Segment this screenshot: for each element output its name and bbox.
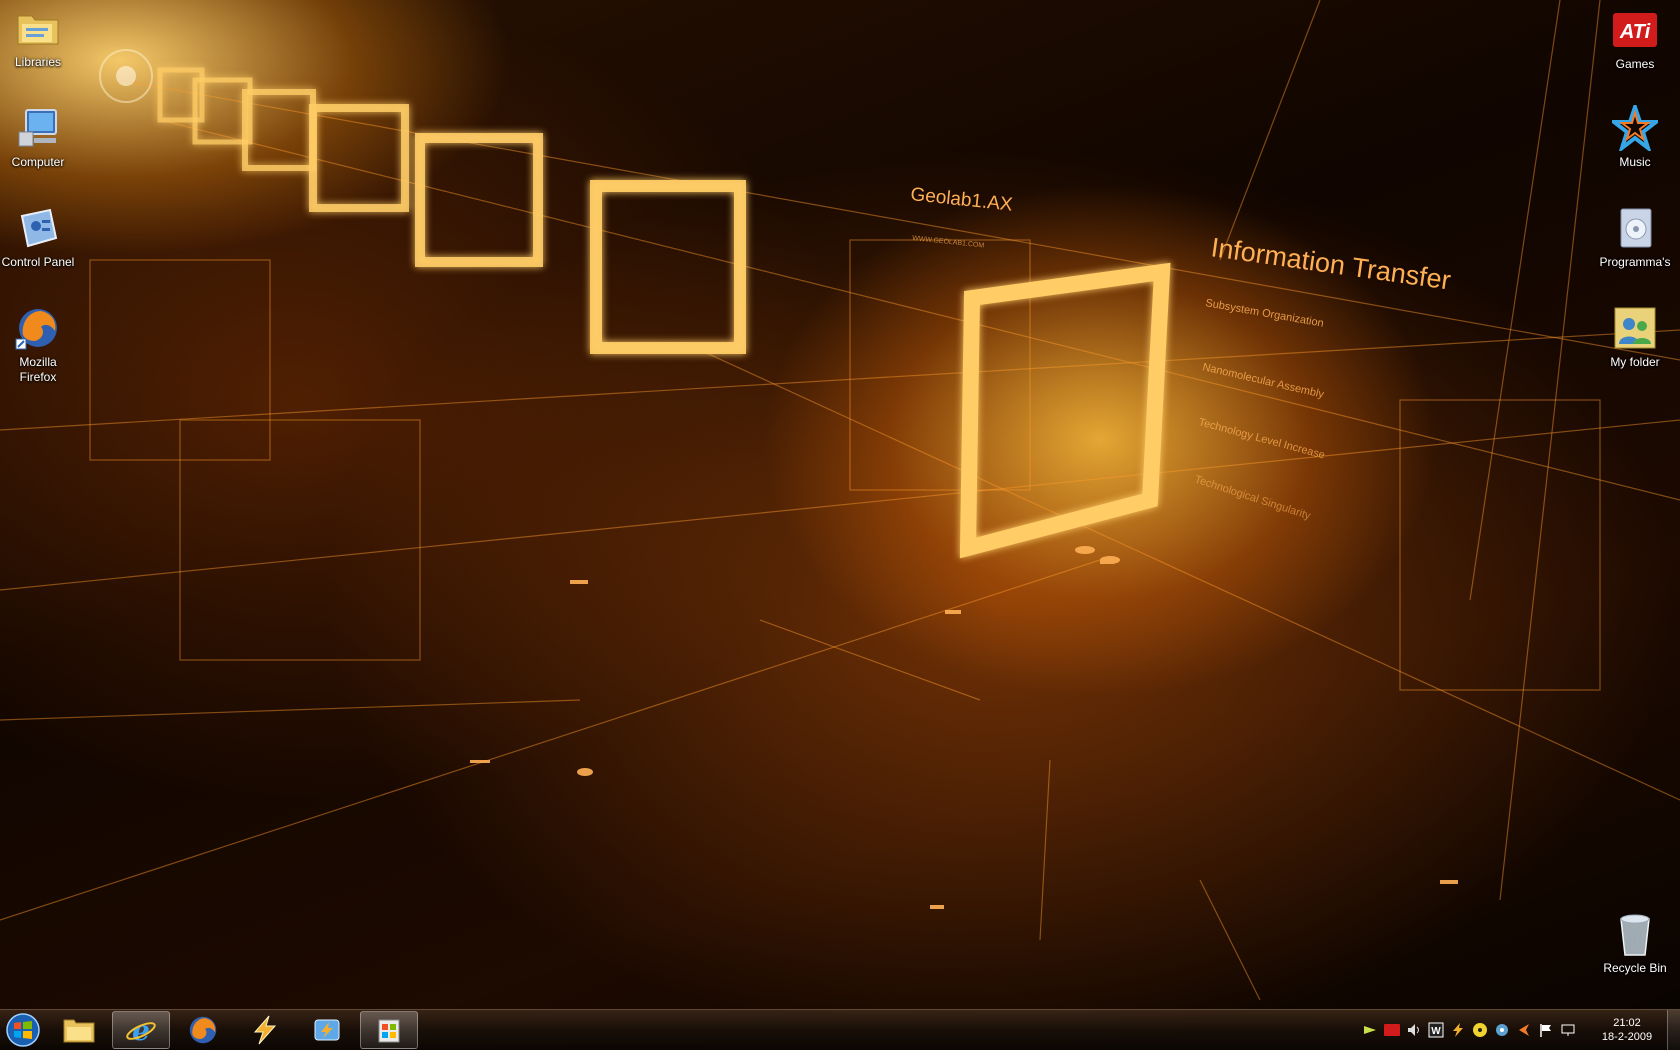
winrar-icon[interactable]: W: [1427, 1021, 1445, 1039]
music-star-icon: [1611, 104, 1659, 152]
svg-text:ATi: ATi: [1619, 21, 1651, 43]
ati-icon[interactable]: [1383, 1021, 1401, 1039]
start-button[interactable]: [0, 1010, 46, 1050]
wallpaper-item-1: Subsystem Organization: [1204, 297, 1324, 330]
wallpaper-item-2: Nanomolecular Assembly: [1201, 361, 1325, 401]
internet-explorer-icon: e: [126, 1014, 156, 1046]
desktop-icon-label: Libraries: [14, 55, 62, 69]
desktop-icon-label: My folder: [1610, 355, 1660, 369]
wallpaper-url: WWW.GEOLAB1.COM: [912, 235, 985, 250]
desktop-icon-label: Control Panel: [1, 255, 75, 269]
taskbar-firefox[interactable]: [174, 1011, 232, 1049]
lightning-icon[interactable]: [1449, 1021, 1467, 1039]
taskbar-media-center[interactable]: [360, 1011, 418, 1049]
clock-time: 21:02: [1613, 1017, 1641, 1029]
taskbar-winamp[interactable]: [236, 1011, 294, 1049]
desktop-icon-label: Programma's: [1599, 255, 1671, 269]
svg-text:W: W: [1431, 1026, 1441, 1037]
recycle-bin-icon: [1611, 910, 1659, 958]
wallpaper-item-3: Technology Level Increase: [1197, 416, 1326, 461]
firefox-icon: [189, 1016, 217, 1044]
speaker-icon[interactable]: [1493, 1021, 1511, 1039]
programs-icon: [1611, 204, 1659, 252]
start-orb-icon: [6, 1013, 40, 1047]
desktop-icon-computer[interactable]: Computer: [0, 104, 83, 170]
wallpaper-heading: Information Transfer: [1209, 232, 1452, 295]
show-desktop-button[interactable]: [1667, 1010, 1680, 1050]
cd-icon[interactable]: [1471, 1021, 1489, 1039]
desktop-icon-control-panel[interactable]: Control Panel: [0, 204, 83, 270]
taskbar-windows-live[interactable]: [298, 1011, 356, 1049]
desktop-icon-music[interactable]: Music: [1590, 104, 1680, 170]
clock[interactable]: 21:02 18-2-2009: [1587, 1010, 1667, 1050]
desktop-icon-label: Music: [1619, 155, 1651, 169]
taskbar-internet-explorer[interactable]: e: [112, 1011, 170, 1049]
control-panel-icon: [14, 204, 62, 252]
desktop-icon-label: Recycle Bin: [1603, 961, 1667, 975]
libraries-folder-icon: [14, 4, 62, 52]
firefox-icon: [14, 304, 62, 352]
taskbar: e W 21:02 18-2-2009: [0, 1009, 1680, 1050]
explorer-folder-icon: [63, 1019, 95, 1043]
system-tray: W 21:02 18-2-2009: [1359, 1010, 1680, 1050]
taskbar-explorer[interactable]: [50, 1011, 108, 1049]
media-center-icon: [378, 1019, 400, 1043]
desktop-icon-programmas[interactable]: Programma's: [1590, 204, 1680, 270]
monitor-icon[interactable]: [1559, 1021, 1577, 1039]
desktop-icon-label: Mozilla Firefox: [19, 355, 57, 384]
desktop-icon-games[interactable]: ATi Games: [1590, 6, 1680, 72]
winamp-lightning-icon: [253, 1015, 277, 1045]
desktop-icon-firefox[interactable]: Mozilla Firefox: [0, 304, 83, 385]
desktop-icon-libraries[interactable]: Libraries: [0, 4, 83, 70]
desktop-icon-my-folder[interactable]: My folder: [1590, 304, 1680, 370]
wallpaper-item-4: Technological Singularity: [1193, 473, 1312, 522]
computer-icon: [14, 104, 62, 152]
flag-icon[interactable]: [1537, 1021, 1555, 1039]
desktop-icon-recycle-bin[interactable]: Recycle Bin: [1590, 910, 1680, 976]
desktop-icon-label: Games: [1615, 57, 1655, 71]
clock-date: 18-2-2009: [1601, 1031, 1653, 1043]
network-icon[interactable]: [1361, 1021, 1379, 1039]
windows-live-icon: [314, 1019, 340, 1041]
wallpaper-title: Geolab1.AX: [909, 184, 1013, 216]
user-folder-icon: [1611, 304, 1659, 352]
wallpaper: Geolab1.AX WWW.GEOLAB1.COM Information T…: [0, 0, 1680, 1001]
volume-icon[interactable]: [1405, 1021, 1423, 1039]
desktop: Geolab1.AX WWW.GEOLAB1.COM Information T…: [0, 0, 1680, 1050]
desktop-icon-label: Computer: [11, 155, 65, 169]
arrow-icon[interactable]: [1515, 1021, 1533, 1039]
ati-games-icon: ATi: [1611, 6, 1659, 54]
svg-text:e: e: [132, 1014, 150, 1046]
